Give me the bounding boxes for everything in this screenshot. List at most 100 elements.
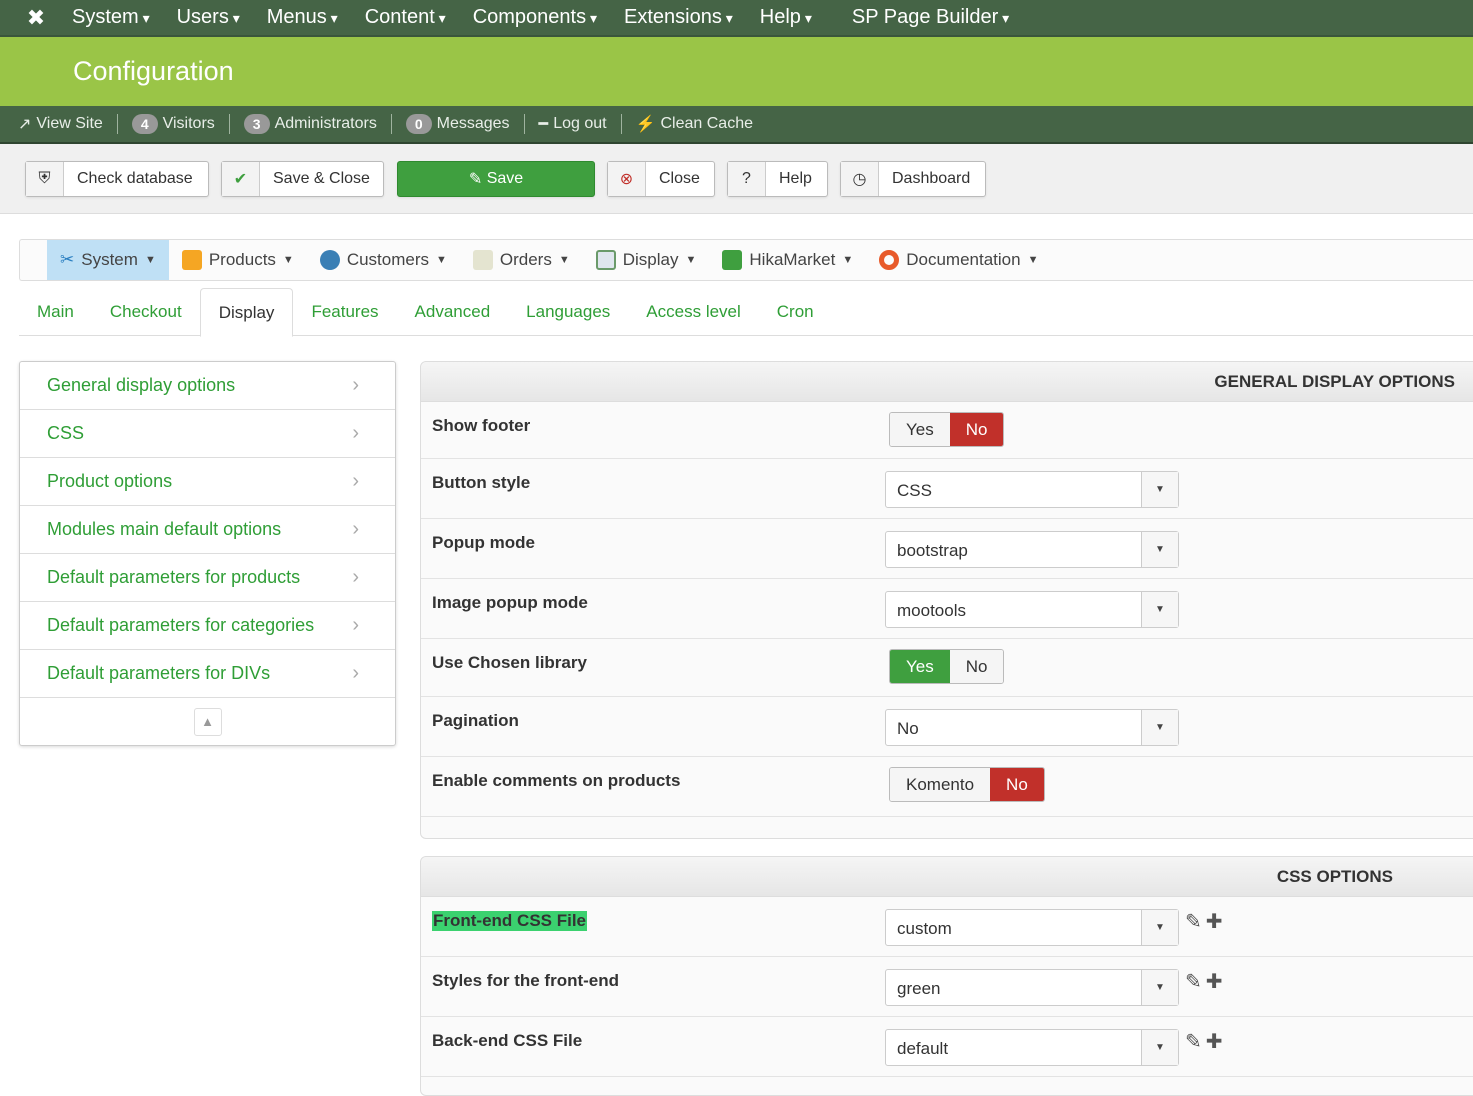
nav-item-default-parameters-for-divs[interactable]: Default parameters for DIVs › [20, 650, 395, 698]
option-label: Show footer [432, 416, 531, 435]
plus-icon[interactable]: ✚ [1206, 1029, 1223, 1054]
tab-access-level[interactable]: Access level [628, 288, 758, 335]
chevron-down-icon[interactable]: ▼ [1141, 970, 1178, 1005]
save-close-button[interactable]: ✔ Save & Close [221, 161, 384, 197]
panel-title: CSS OPTIONS [1276, 867, 1393, 886]
hika-menu-customers[interactable]: Customers ▼ [307, 240, 460, 280]
toggle-option-yes[interactable]: Yes [890, 413, 950, 446]
shield-icon: ⛨ [26, 162, 64, 196]
chevron-right-icon: › [352, 470, 359, 492]
hika-menu-documentation[interactable]: Documentation ▼ [866, 240, 1051, 280]
help-button[interactable]: ? Help [727, 161, 828, 197]
visitors-link[interactable]: 4 Visitors [131, 114, 215, 134]
edit-pencil-icon[interactable]: ✎ [1185, 969, 1202, 994]
chevron-down-icon[interactable]: ▼ [1141, 710, 1178, 745]
toggle-option-no[interactable]: No [990, 768, 1044, 801]
view-site-link[interactable]: ↗ View Site [18, 114, 103, 134]
logout-link[interactable]: ━ Log out [539, 114, 607, 134]
display-icon [595, 250, 616, 270]
chevron-right-icon: › [352, 614, 359, 636]
close-button[interactable]: ⊗ Close [607, 161, 715, 197]
hika-menu-system[interactable]: ✂ System ▼ [47, 240, 169, 280]
toggle-use-chosen-library[interactable]: Yes No [889, 649, 1005, 684]
tab-display[interactable]: Display [199, 288, 294, 337]
menu-content[interactable]: Content [365, 6, 446, 29]
page-title: Configuration [0, 37, 1473, 106]
select-front-end-css-file[interactable]: custom ▼ [885, 909, 1179, 946]
nav-item-modules-main-default-options[interactable]: Modules main default options › [20, 506, 395, 554]
hika-menu-orders[interactable]: Orders ▼ [460, 240, 583, 280]
toggle-enable-comments-on-products[interactable]: Komento No [889, 767, 1045, 802]
select-button-style[interactable]: CSS ▼ [885, 471, 1179, 508]
dashboard-button[interactable]: ◷ Dashboard [840, 161, 986, 197]
menu-users[interactable]: Users [177, 6, 240, 29]
nav-item-default-parameters-for-categories[interactable]: Default parameters for categories › [20, 602, 395, 650]
save-button[interactable]: ✎ Save [397, 161, 595, 197]
hika-menu-hikamarket[interactable]: HikaMarket ▼ [709, 240, 866, 280]
toggle-option-no[interactable]: No [949, 413, 1004, 446]
close-label: Close [659, 170, 700, 187]
plus-icon[interactable]: ✚ [1206, 969, 1223, 994]
tab-cron[interactable]: Cron [759, 288, 832, 335]
menu-components[interactable]: Components [473, 6, 597, 29]
joomla-logo-icon[interactable]: ✖ [0, 5, 72, 31]
hika-menu-products[interactable]: Products ▼ [169, 240, 307, 280]
menu-system[interactable]: System [72, 6, 150, 29]
tools-icon: ✂ [60, 250, 75, 269]
select-image-popup-mode[interactable]: mootools ▼ [885, 591, 1179, 628]
hika-menu-display[interactable]: Display ▼ [583, 240, 710, 280]
label: HikaMarket [749, 250, 836, 269]
chevron-down-icon[interactable]: ▼ [1141, 910, 1178, 945]
option-label: Back-end CSS File [432, 1031, 583, 1050]
toggle-option-yes[interactable]: Yes [890, 650, 950, 683]
nav-item-label: Modules main default options [47, 519, 282, 539]
check-database-button[interactable]: ⛨ Check database [25, 161, 209, 197]
toggle-option-komento[interactable]: Komento [890, 768, 991, 801]
messages-link[interactable]: 0 Messages [405, 114, 510, 134]
plus-icon[interactable]: ✚ [1206, 909, 1223, 934]
tab-checkout[interactable]: Checkout [92, 288, 200, 335]
panel-header: GENERAL DISPLAY OPTIONS [421, 362, 1473, 402]
option-row-styles-for-the-front-end: Styles for the front-end green ▼ ✎ ✚ [421, 957, 1473, 1017]
chevron-down-icon[interactable]: ▼ [1141, 472, 1178, 507]
menu-extensions[interactable]: Extensions [624, 6, 733, 29]
tab-features[interactable]: Features [293, 288, 396, 335]
row-actions: ✎ ✚ [1185, 909, 1223, 934]
menu-sp-page-builder[interactable]: SP Page Builder [852, 6, 1009, 29]
chevron-down-icon[interactable]: ▼ [1141, 1030, 1178, 1065]
edit-pencil-icon[interactable]: ✎ [1185, 1029, 1202, 1054]
nav-item-general-display-options[interactable]: General display options › [20, 362, 395, 410]
select-pagination[interactable]: No ▼ [885, 709, 1179, 746]
option-label: Pagination [432, 711, 519, 730]
menu-menus[interactable]: Menus [267, 6, 338, 29]
administrators-badge: 3 [243, 114, 270, 134]
select-back-end-css-file[interactable]: default ▼ [885, 1029, 1179, 1066]
help-label: Help [779, 170, 812, 187]
menu-help[interactable]: Help [760, 6, 812, 29]
tab-advanced[interactable]: Advanced [397, 288, 509, 335]
select-popup-mode[interactable]: bootstrap ▼ [885, 531, 1179, 568]
row-actions: ✎ ✚ [1185, 969, 1223, 994]
scroll-top-icon[interactable]: ▲ [193, 707, 222, 736]
edit-pencil-icon[interactable]: ✎ [1185, 909, 1202, 934]
option-row-enable-comments-on-products: Enable comments on products Komento No [421, 757, 1473, 817]
tab-languages[interactable]: Languages [508, 288, 628, 335]
minus-icon: ━ [538, 116, 549, 133]
option-row-back-end-css-file: Back-end CSS File default ▼ ✎ ✚ [421, 1017, 1473, 1077]
tab-main[interactable]: Main [19, 288, 92, 335]
external-link-icon: ↗ [18, 116, 32, 133]
hikamarket-icon [722, 250, 743, 270]
option-row-button-style: Button style CSS ▼ [421, 459, 1473, 519]
select-styles-for-the-front-end[interactable]: green ▼ [885, 969, 1179, 1006]
nav-item-css[interactable]: CSS › [20, 410, 395, 458]
nav-item-product-options[interactable]: Product options › [20, 458, 395, 506]
toggle-show-footer[interactable]: Yes No [889, 412, 1005, 447]
select-value: mootools [897, 601, 966, 620]
toggle-option-no[interactable]: No [949, 650, 1004, 683]
chevron-down-icon[interactable]: ▼ [1141, 532, 1178, 567]
clean-cache-link[interactable]: ⚡ Clean Cache [636, 114, 753, 134]
administrators-link[interactable]: 3 Administrators [243, 114, 377, 134]
chevron-down-icon[interactable]: ▼ [1141, 592, 1178, 627]
nav-item-default-parameters-for-products[interactable]: Default parameters for products › [20, 554, 395, 602]
select-value: bootstrap [897, 541, 968, 560]
